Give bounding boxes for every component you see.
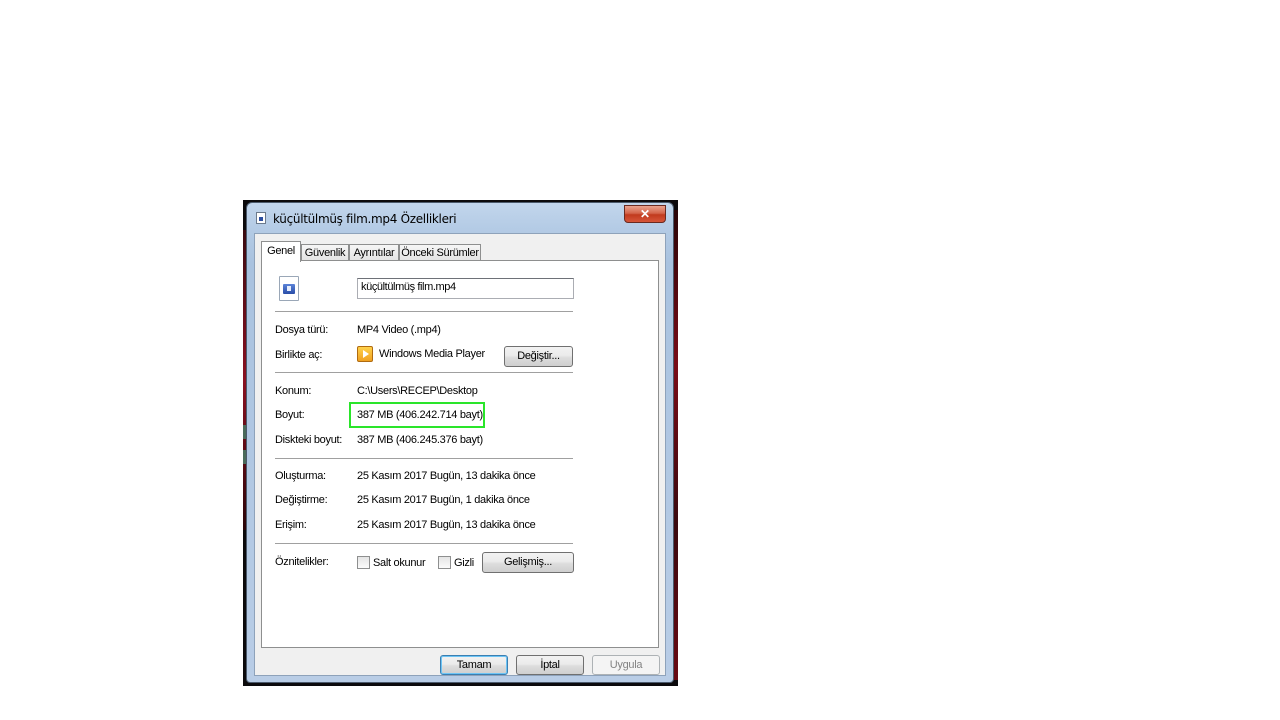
created-label: Oluşturma: (275, 470, 326, 482)
location-value: C:\Users\RECEP\Desktop (357, 385, 478, 397)
created-value: 25 Kasım 2017 Bugün, 13 dakika önce (357, 470, 536, 482)
separator (275, 372, 573, 374)
separator (275, 458, 573, 460)
accessed-value: 25 Kasım 2017 Bugün, 13 dakika önce (357, 519, 536, 531)
size-on-disk-value: 387 MB (406.245.376 bayt) (357, 434, 483, 446)
general-tab-panel: küçültülmüş film.mp4 Dosya türü: MP4 Vid… (261, 260, 659, 648)
tab-general[interactable]: Genel (261, 241, 301, 262)
advanced-button[interactable]: Gelişmiş... (482, 552, 574, 573)
separator (275, 543, 573, 545)
ok-button[interactable]: Tamam (440, 655, 508, 675)
cancel-button[interactable]: İptal (516, 655, 584, 675)
modified-label: Değiştirme: (275, 494, 328, 506)
size-label: Boyut: (275, 409, 305, 421)
apply-button[interactable]: Uygula (592, 655, 660, 675)
opens-with-value: Windows Media Player (379, 348, 485, 360)
separator (275, 311, 573, 313)
tab-details[interactable]: Ayrıntılar (349, 244, 399, 261)
file-icon (256, 212, 266, 224)
readonly-label: Salt okunur (373, 557, 426, 569)
windows-media-player-icon (357, 346, 373, 362)
tab-previous-versions[interactable]: Önceki Sürümler (399, 244, 481, 261)
window-title: küçültülmüş film.mp4 Özellikleri (273, 212, 457, 226)
properties-dialog: küçültülmüş film.mp4 Özellikleri ✕ Genel… (246, 202, 674, 683)
hidden-checkbox[interactable] (438, 556, 451, 569)
modified-value: 25 Kasım 2017 Bugün, 1 dakika önce (357, 494, 530, 506)
file-type-label: Dosya türü: (275, 324, 328, 336)
change-button[interactable]: Değiştir... (504, 346, 573, 367)
file-type-value: MP4 Video (.mp4) (357, 324, 441, 336)
size-on-disk-label: Diskteki boyut: (275, 434, 343, 446)
attributes-label: Öznitelikler: (275, 556, 329, 568)
dialog-client-area: Genel Güvenlik Ayrıntılar Önceki Sürümle… (254, 233, 666, 676)
close-button[interactable]: ✕ (624, 205, 666, 223)
file-name-input[interactable]: küçültülmüş film.mp4 (357, 278, 574, 299)
readonly-checkbox[interactable] (357, 556, 370, 569)
opens-with-label: Birlikte aç: (275, 349, 323, 361)
location-label: Konum: (275, 385, 312, 397)
tab-security[interactable]: Güvenlik (301, 244, 349, 261)
accessed-label: Erişim: (275, 519, 307, 531)
hidden-label: Gizli (454, 557, 474, 569)
title-bar[interactable]: küçültülmüş film.mp4 Özellikleri ✕ (247, 203, 673, 231)
close-icon: ✕ (639, 207, 651, 221)
video-file-icon (279, 276, 299, 301)
size-highlight-box (349, 402, 485, 428)
